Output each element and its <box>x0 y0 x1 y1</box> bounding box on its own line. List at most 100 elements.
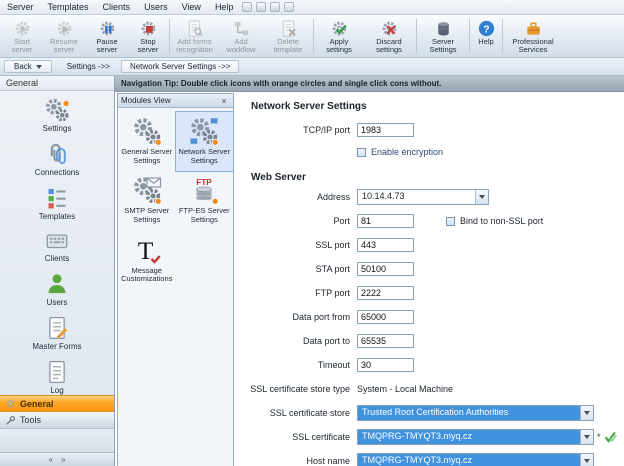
nav-section-tools[interactable]: Tools <box>0 412 114 429</box>
discard-settings-label: Discard settings <box>364 38 414 55</box>
data-port-to-input[interactable] <box>357 334 414 348</box>
ssl-port-input[interactable] <box>357 238 414 252</box>
ftp-port-input[interactable] <box>357 286 414 300</box>
bind-non-ssl-label: Bind to non-SSL port <box>460 216 543 226</box>
breadcrumb-network-server-settings[interactable]: Network Server Settings ->> <box>121 60 239 73</box>
gear-icon <box>5 398 16 409</box>
data-port-from-input[interactable] <box>357 310 414 324</box>
ssl-certificate-combobox[interactable]: TMQPRG-TMYQT3.myq.cz <box>357 429 594 445</box>
breadcrumb-settings[interactable]: Settings ->> <box>59 61 118 72</box>
enable-encryption-row: Enable encryption <box>250 142 620 162</box>
dropdown-arrow-icon[interactable] <box>580 406 593 420</box>
sidebar-item-users[interactable]: Users <box>44 271 70 307</box>
sidebar-item-label: Settings <box>43 124 72 133</box>
host-name-combobox[interactable]: TMQPRG-TMYQT3.myq.cz <box>357 453 594 466</box>
sidebar-item-master-forms[interactable]: Master Forms <box>32 315 81 351</box>
keyboard-icon <box>44 229 70 253</box>
timeout-input[interactable] <box>357 358 414 372</box>
dropdown-arrow-icon[interactable] <box>580 430 593 444</box>
module-smtp-server-settings[interactable]: SMTP Server Settings <box>118 171 176 230</box>
sidebar-item-settings[interactable]: Settings <box>43 97 72 133</box>
discard-settings-button[interactable]: Discard settings <box>363 16 415 56</box>
nav-section-general[interactable]: General <box>0 395 114 412</box>
svg-text:FTP: FTP <box>196 178 212 187</box>
start-server-label: Start server <box>3 38 41 55</box>
module-label: Network Server Settings <box>177 148 233 165</box>
network-server-settings-form: Network Server Settings TCP/IP port Enab… <box>236 92 624 466</box>
timeout-row: Timeout <box>250 353 620 377</box>
stop-server-button[interactable]: Stop server <box>128 16 168 56</box>
module-general-server-settings[interactable]: General Server Settings <box>118 112 176 171</box>
enable-encryption-checkbox[interactable] <box>357 148 366 157</box>
close-icon[interactable]: × <box>218 96 230 106</box>
port-input[interactable] <box>357 214 414 228</box>
menu-users[interactable]: Users <box>137 0 175 14</box>
ssl-port-label: SSL port <box>250 240 350 250</box>
menu-view[interactable]: View <box>175 0 208 14</box>
sidebar-item-label: Templates <box>39 212 75 221</box>
back-label: Back <box>14 62 32 71</box>
sidebar-item-label: Log <box>50 386 63 395</box>
modules-view-header[interactable]: Modules View × <box>118 94 233 108</box>
bind-non-ssl-checkbox[interactable] <box>446 217 455 226</box>
data-port-to-label: Data port to <box>250 336 350 346</box>
sidebar-item-clients[interactable]: Clients <box>44 229 70 263</box>
tcp-ip-port-input[interactable] <box>357 123 414 137</box>
certificate-valid-check-icon <box>604 431 617 443</box>
discard-settings-icon <box>380 18 399 38</box>
navigation-tip-text: Navigation Tip: Double click icons with … <box>121 79 441 88</box>
dropdown-arrow-icon[interactable] <box>475 190 488 204</box>
stop-server-label: Stop server <box>129 38 167 55</box>
sidebar-configure-strip[interactable]: « » <box>0 452 114 466</box>
sidebar-item-connections[interactable]: Connections <box>35 141 79 177</box>
address-value: 10.14.4.73 <box>358 190 475 204</box>
sta-port-input[interactable] <box>357 262 414 276</box>
module-message-customizations[interactable]: T Message Customizations <box>118 231 176 290</box>
wrench-icon <box>5 415 16 426</box>
quick-access-icon-3[interactable] <box>270 2 280 12</box>
chevron-right-icon: » <box>61 455 65 464</box>
help-button[interactable]: ? Help <box>471 16 501 56</box>
sidebar-item-label: Master Forms <box>32 342 81 351</box>
module-label: SMTP Server Settings <box>119 207 175 224</box>
sidebar-item-label: Users <box>47 298 68 307</box>
sidebar-items: Settings Connections Templates <box>0 91 114 395</box>
quick-access-icon-1[interactable] <box>242 2 252 12</box>
add-workflow-icon <box>232 18 251 38</box>
server-settings-icon <box>434 18 453 38</box>
back-button[interactable]: Back <box>4 60 52 73</box>
apply-settings-button[interactable]: Apply settings <box>315 16 363 56</box>
breadcrumb: Back Settings ->> Network Server Setting… <box>0 58 624 76</box>
quick-access-icon-4[interactable] <box>284 2 294 12</box>
network-server-settings-icon <box>189 116 219 146</box>
dropdown-arrow-icon[interactable] <box>580 454 593 466</box>
ssl-cert-store-combobox[interactable]: Trusted Root Certification Authorities <box>357 405 594 421</box>
menu-server[interactable]: Server <box>0 0 41 14</box>
apply-settings-icon <box>330 18 349 38</box>
menu-help[interactable]: Help <box>208 0 241 14</box>
ftp-es-server-settings-icon: FTP <box>189 175 219 205</box>
main-area: Navigation Tip: Double click icons with … <box>115 76 624 466</box>
pause-server-button[interactable]: Pause server <box>86 16 128 56</box>
quick-access-icon-2[interactable] <box>256 2 266 12</box>
server-settings-button[interactable]: Server Settings <box>418 16 468 56</box>
menu-clients[interactable]: Clients <box>96 0 138 14</box>
help-label: Help <box>478 38 493 46</box>
module-network-server-settings[interactable]: Network Server Settings <box>176 112 234 171</box>
resume-server-button: Resume server <box>42 16 86 56</box>
toolbar-separator <box>169 19 170 53</box>
svg-text:?: ? <box>483 24 489 35</box>
professional-services-button[interactable]: Professional Services <box>504 16 562 56</box>
svg-text:T: T <box>137 236 153 265</box>
start-server-icon <box>13 18 32 38</box>
tcp-ip-port-label: TCP/IP port <box>250 125 350 135</box>
menu-templates[interactable]: Templates <box>41 0 96 14</box>
ssl-certificate-row: SSL certificate TMQPRG-TMYQT3.myq.cz * <box>250 425 620 449</box>
ftp-port-row: FTP port <box>250 281 620 305</box>
module-ftp-es-server-settings[interactable]: FTP FTP-ES Server Settings <box>176 171 234 230</box>
sidebar-item-templates[interactable]: Templates <box>39 185 75 221</box>
address-combobox[interactable]: 10.14.4.73 <box>357 189 489 205</box>
sidebar-item-log[interactable]: Log <box>44 359 70 395</box>
modules-view-panel: Modules View × General Server Settings N… <box>117 93 234 466</box>
form-document-icon <box>44 315 70 341</box>
